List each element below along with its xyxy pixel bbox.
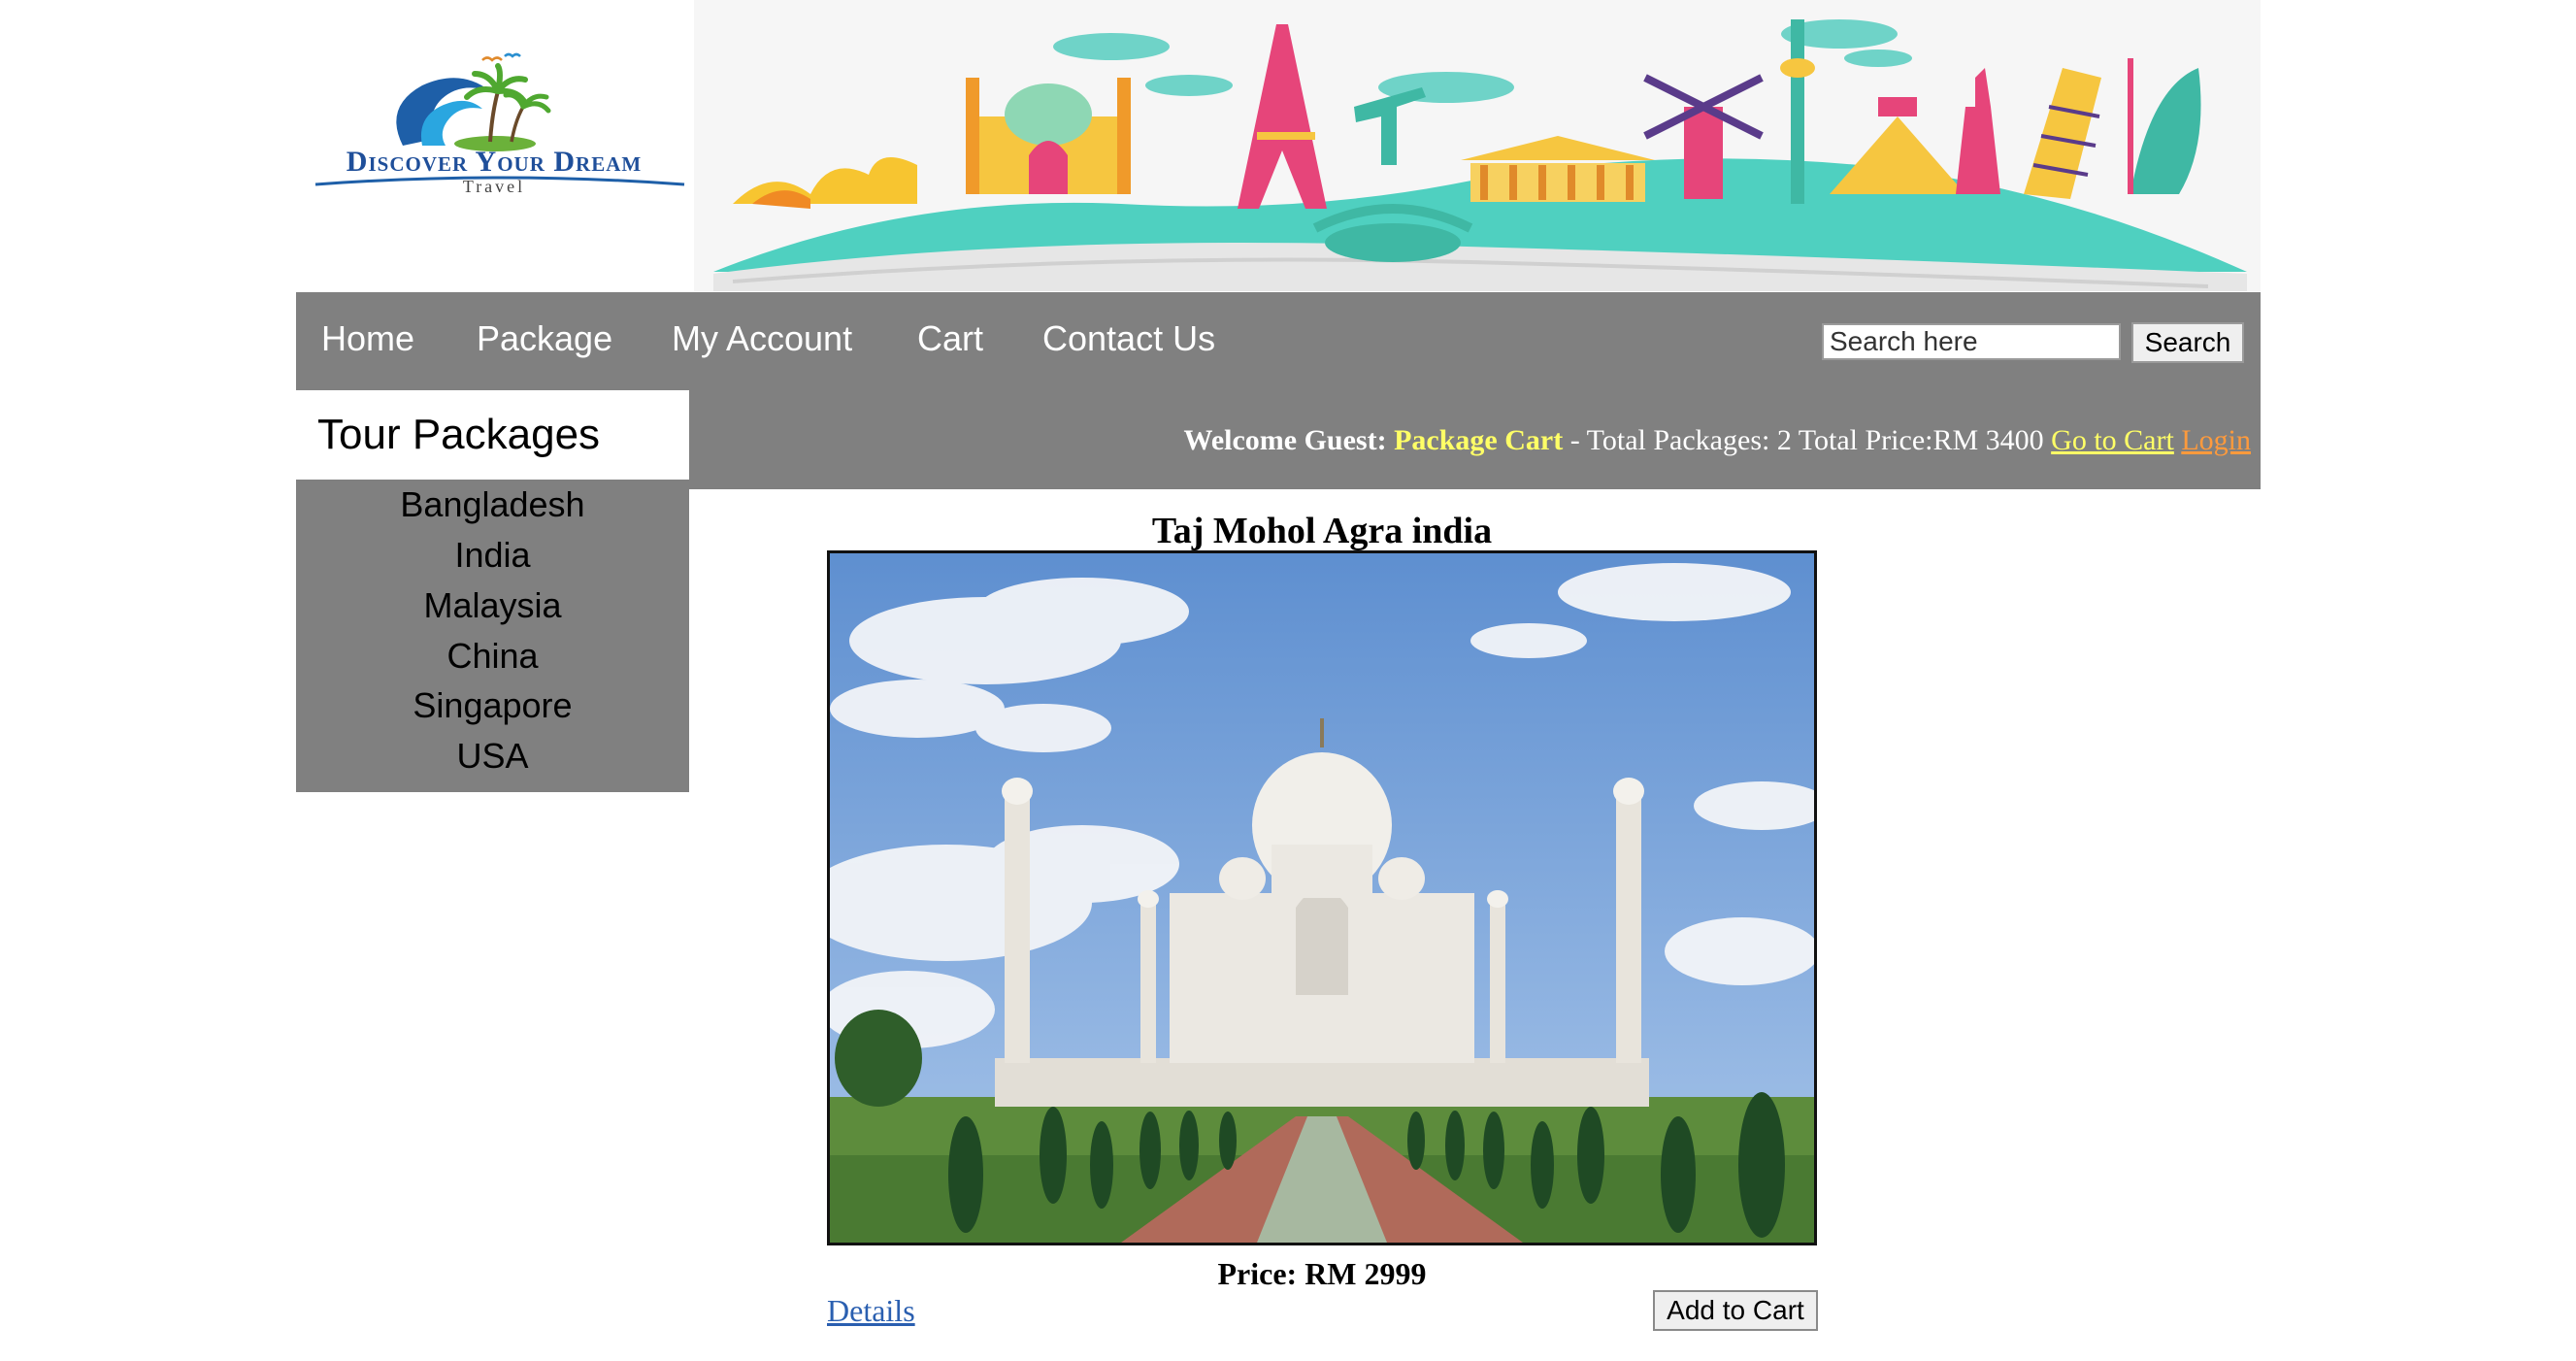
sidebar-item-china[interactable]: China bbox=[296, 634, 689, 679]
landmarks-skyline-illustration bbox=[694, 0, 2261, 291]
sidebar-country-list: Bangladesh India Malaysia China Singapor… bbox=[296, 480, 689, 792]
status-band: Welcome Guest: Package Cart - Total Pack… bbox=[689, 390, 2261, 489]
package-image[interactable] bbox=[827, 550, 1817, 1245]
logo-subtitle: Travel bbox=[462, 177, 526, 196]
login-link[interactable]: Login bbox=[2181, 424, 2251, 456]
cart-summary-text: - Total Packages: 2 Total Price:RM 3400 bbox=[1563, 424, 2052, 456]
package-cart-label: Package Cart bbox=[1394, 424, 1564, 456]
nav-package-link[interactable]: Package bbox=[477, 315, 612, 362]
nav-contact-us-link[interactable]: Contact Us bbox=[1042, 315, 1215, 362]
go-to-cart-link[interactable]: Go to Cart bbox=[2051, 424, 2174, 456]
sidebar-title: Tour Packages bbox=[317, 411, 601, 458]
welcome-text: Welcome Guest: bbox=[1183, 424, 1387, 456]
package-price: Price: RM 2999 bbox=[1217, 1256, 1427, 1291]
sidebar-header: Tour Packages bbox=[296, 390, 689, 480]
logo-title: Discover Your Dream bbox=[346, 146, 643, 178]
sidebar-item-india[interactable]: India bbox=[296, 533, 689, 578]
sidebar-item-usa[interactable]: USA bbox=[296, 734, 689, 779]
sidebar-item-singapore[interactable]: Singapore bbox=[296, 683, 689, 728]
search-input[interactable] bbox=[1822, 323, 2121, 360]
package-title: Taj Mohol Agra india bbox=[1151, 511, 1493, 551]
main-navbar: Home Package My Account Cart Contact Us … bbox=[296, 292, 2261, 390]
search-button[interactable]: Search bbox=[2131, 322, 2244, 363]
cart-status-line: Welcome Guest: Package Cart - Total Pack… bbox=[1183, 419, 2251, 462]
nav-cart-link[interactable]: Cart bbox=[917, 315, 983, 362]
nav-home-link[interactable]: Home bbox=[321, 315, 414, 362]
taj-mahal-photo bbox=[830, 553, 1814, 1243]
site-logo[interactable]: Discover Your Dream Travel bbox=[296, 0, 704, 291]
header-banner: Discover Your Dream Travel bbox=[296, 0, 2261, 291]
details-link[interactable]: Details bbox=[827, 1289, 915, 1332]
sidebar-item-malaysia[interactable]: Malaysia bbox=[296, 583, 689, 628]
page: Discover Your Dream Travel Home Package … bbox=[0, 0, 2576, 1361]
add-to-cart-button[interactable]: Add to Cart bbox=[1653, 1290, 1818, 1331]
nav-my-account-link[interactable]: My Account bbox=[672, 315, 852, 362]
sidebar-item-bangladesh[interactable]: Bangladesh bbox=[296, 482, 689, 527]
